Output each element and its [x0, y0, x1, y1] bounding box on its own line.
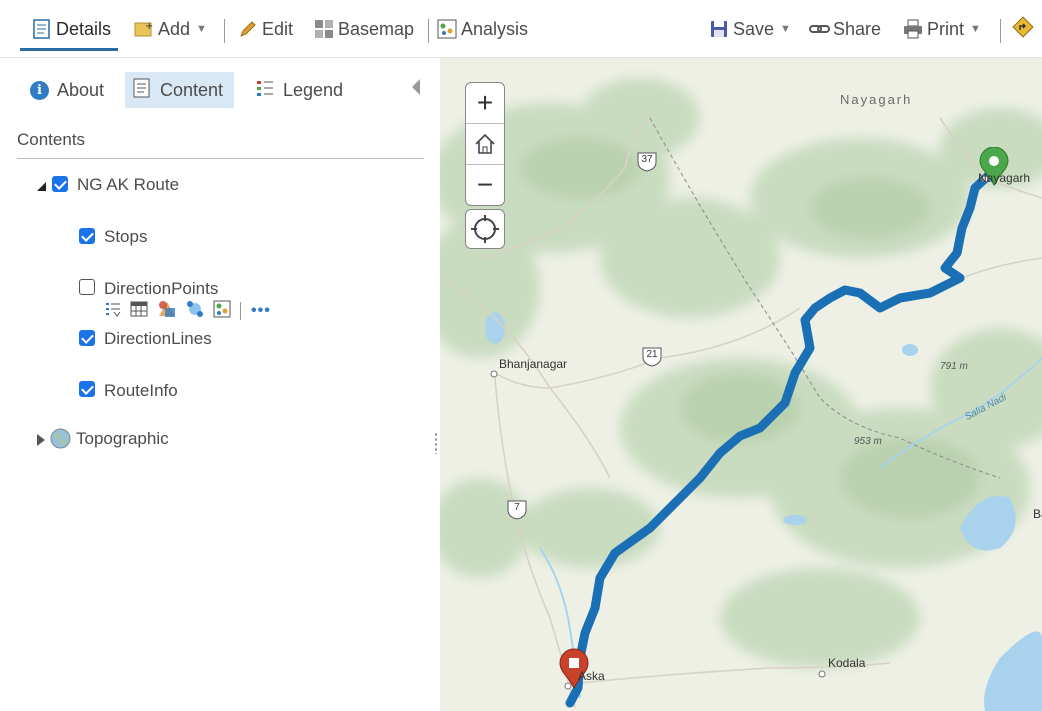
- analysis-icon[interactable]: [213, 300, 231, 323]
- info-icon: i: [30, 80, 49, 100]
- globe-icon: [50, 428, 71, 454]
- legend-icon: [256, 78, 274, 103]
- group-checkbox[interactable]: [52, 176, 68, 192]
- active-tab-underline: [20, 48, 118, 51]
- region-label: Nayagarh: [840, 92, 913, 107]
- content-panel: i About Content Legend Contents NG AK Ro…: [0, 58, 436, 711]
- edit-button[interactable]: Edit: [238, 16, 293, 42]
- contents-heading: Contents: [17, 130, 86, 149]
- layer-checkbox-routeinfo[interactable]: [79, 381, 95, 397]
- add-data-icon: +: [134, 19, 154, 39]
- print-button[interactable]: Print ▼: [903, 16, 981, 42]
- basemap-button[interactable]: Basemap: [314, 16, 414, 42]
- minus-icon: −: [476, 169, 494, 200]
- highway-shield-icon: 7: [506, 498, 528, 520]
- panel-resize-handle[interactable]: [434, 432, 438, 454]
- home-icon: [475, 133, 495, 154]
- town-label: Aska: [578, 669, 605, 683]
- share-link-icon: [809, 19, 830, 39]
- svg-text:+: +: [145, 21, 153, 32]
- basemap-label: Basemap: [338, 18, 415, 39]
- zoom-out-button[interactable]: −: [466, 165, 504, 205]
- save-icon: [709, 19, 729, 39]
- zoom-in-button[interactable]: +: [466, 83, 504, 124]
- show-legend-icon[interactable]: [105, 301, 121, 322]
- highway-number: 21: [646, 349, 658, 360]
- chevron-down-icon: ▼: [780, 23, 791, 35]
- highway-number: 7: [514, 502, 520, 513]
- expand-layer-icon[interactable]: [37, 433, 45, 451]
- town-label: Ba: [1033, 507, 1042, 521]
- change-style-icon[interactable]: [157, 300, 177, 323]
- perform-analysis-icon[interactable]: [186, 300, 204, 323]
- layer-checkbox-directionlines[interactable]: [79, 330, 95, 346]
- collapse-panel-icon[interactable]: [412, 79, 420, 95]
- share-button[interactable]: Share: [809, 16, 881, 42]
- town-label: Bhanjanagar: [499, 357, 568, 371]
- details-label: Details: [56, 18, 112, 39]
- highway-number: 37: [641, 154, 653, 165]
- layer-checkbox-directionpoints[interactable]: [79, 279, 95, 295]
- topographic-basemap: [440, 58, 1042, 711]
- tab-about-label: About: [57, 79, 105, 100]
- details-button[interactable]: Details: [32, 16, 111, 42]
- chevron-down-icon: ▼: [970, 23, 981, 35]
- town-label: Kodala: [828, 656, 866, 670]
- highway-shield-icon: 37: [636, 150, 658, 172]
- directions-icon: [1012, 16, 1034, 38]
- details-icon: [32, 19, 52, 39]
- highway-shield-icon: 21: [641, 345, 663, 367]
- home-button[interactable]: [466, 124, 504, 165]
- basemap-gallery-icon: [314, 19, 334, 39]
- toolbar-divider: [1000, 19, 1001, 43]
- printer-icon: [903, 19, 923, 39]
- top-toolbar: Details + Add ▼ Edit Basemap Analysis Sa…: [0, 0, 1042, 58]
- tab-legend-label: Legend: [283, 79, 344, 100]
- layer-name-directionlines[interactable]: DirectionLines: [104, 329, 212, 349]
- toolbar-divider: [224, 19, 225, 43]
- layer-name-topographic[interactable]: Topographic: [76, 429, 169, 449]
- locate-button[interactable]: [465, 209, 505, 249]
- layer-name-directionpoints[interactable]: DirectionPoints: [104, 279, 218, 299]
- print-label: Print: [927, 18, 965, 39]
- layer-checkbox-stops[interactable]: [79, 228, 95, 244]
- save-button[interactable]: Save ▼: [709, 16, 791, 42]
- attribute-table-icon[interactable]: [130, 301, 148, 322]
- layer-name-stops[interactable]: Stops: [104, 227, 147, 247]
- tab-content-label: Content: [160, 79, 224, 100]
- zoom-controls: + −: [465, 82, 505, 206]
- tab-content[interactable]: Content: [125, 72, 234, 108]
- elevation-label: 953 m: [854, 436, 882, 447]
- town-label: Nayagarh: [978, 171, 1031, 185]
- analysis-button[interactable]: Analysis: [437, 16, 528, 42]
- divider: [17, 158, 424, 159]
- toolbar-divider: [428, 19, 429, 43]
- divider: [240, 302, 241, 320]
- content-icon: [133, 78, 151, 103]
- tab-about[interactable]: i About: [22, 72, 112, 108]
- chevron-down-icon: ▼: [196, 23, 207, 35]
- share-label: Share: [833, 18, 882, 39]
- more-options-icon[interactable]: •••: [251, 302, 271, 320]
- add-button[interactable]: + Add ▼: [134, 16, 207, 42]
- layer-name-routeinfo[interactable]: RouteInfo: [104, 381, 178, 401]
- analysis-label: Analysis: [461, 18, 529, 39]
- edit-label: Edit: [262, 18, 294, 39]
- plus-icon: +: [476, 87, 494, 118]
- locate-icon: [471, 215, 499, 243]
- map-view[interactable]: Nayagarh Nayagarh Bhanjanagar Kodala Ask…: [440, 58, 1042, 711]
- elevation-label: 791 m: [940, 361, 968, 372]
- collapse-group-icon[interactable]: [37, 179, 47, 197]
- group-layer-name: NG AK Route: [77, 175, 180, 194]
- pencil-icon: [238, 19, 258, 39]
- add-label: Add: [158, 18, 191, 39]
- save-label: Save: [733, 18, 775, 39]
- tab-legend[interactable]: Legend: [248, 72, 351, 108]
- directions-button[interactable]: [1012, 14, 1038, 40]
- layer-tools: •••: [105, 300, 280, 323]
- analysis-icon: [437, 19, 457, 39]
